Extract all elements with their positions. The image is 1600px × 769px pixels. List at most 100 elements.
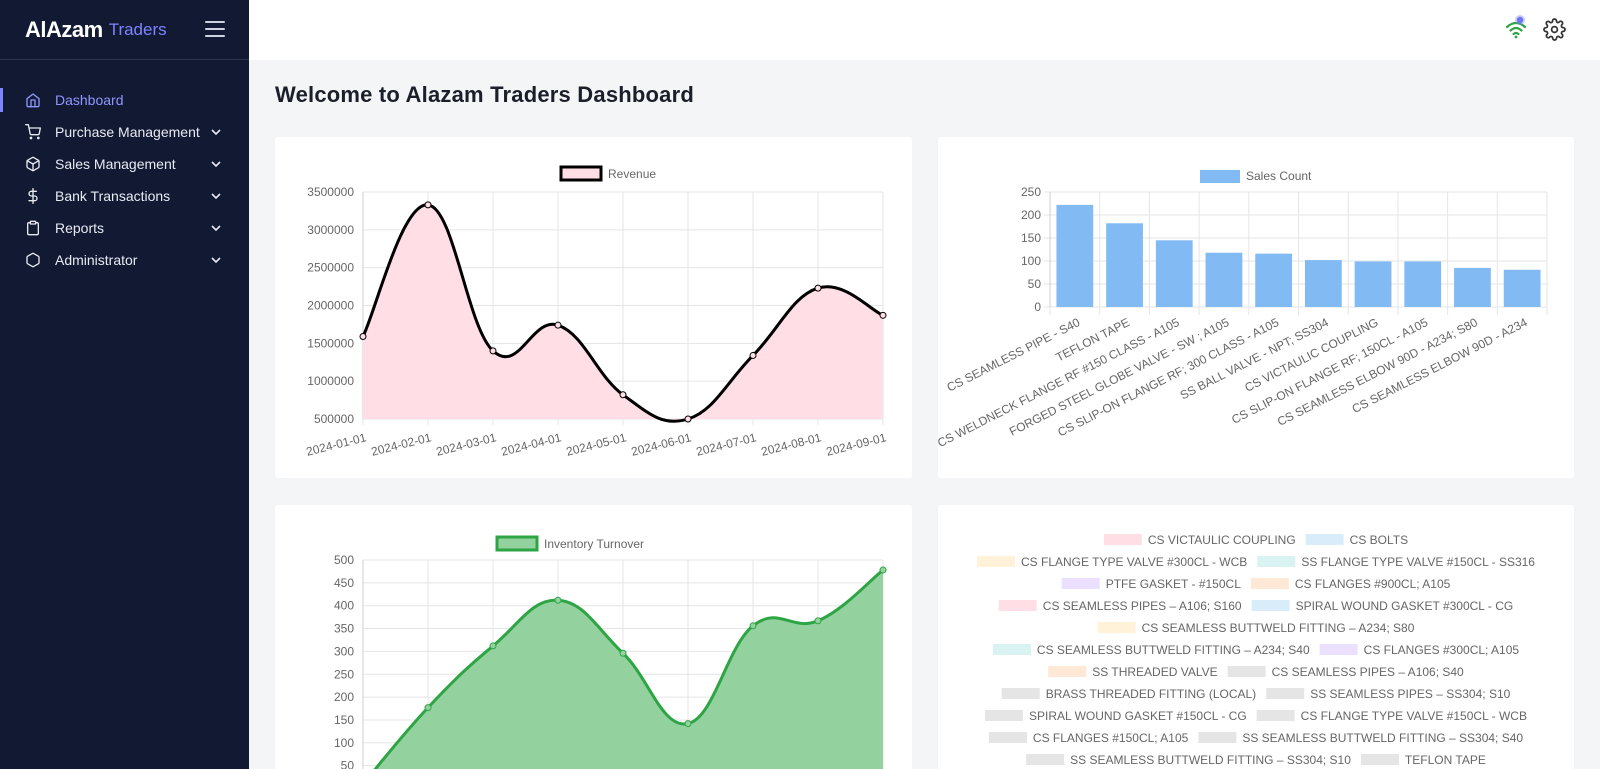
bar [1454, 267, 1491, 307]
x-tick-label: 2024-07-01 [695, 430, 758, 459]
legend-label: CS SEAMLESS BUTTWELD FITTING – A234; S80 [1142, 621, 1415, 635]
sidebar-nav: Dashboard Purchase Management Sales Mana… [0, 84, 249, 276]
y-tick-label: 2500000 [307, 261, 354, 275]
sidebar-item-administrator[interactable]: Administrator [0, 244, 249, 276]
data-point [684, 415, 692, 423]
legend-label: BRASS THREADED FITTING (LOCAL) [1046, 687, 1256, 701]
legend-label: CS FLANGES #900CL; A105 [1295, 577, 1451, 591]
y-tick-label: 250 [334, 667, 354, 681]
data-point [749, 351, 757, 359]
dollar-icon [25, 188, 41, 204]
legend-label: CS SEAMLESS PIPES – A106; S40 [1272, 665, 1464, 679]
sales-count-chart: Sales Count050100150200250CS SEAMLESS PI… [938, 169, 1548, 450]
sidebar-item-dashboard[interactable]: Dashboard [0, 84, 249, 116]
y-tick-label: 200 [334, 690, 354, 704]
x-tick-label: 2024-08-01 [760, 430, 823, 459]
legend-label: CS VICTAULIC COUPLING [1148, 533, 1296, 547]
bar [1503, 269, 1541, 307]
legend-label: CS SEAMLESS PIPES – A106; S160 [1043, 599, 1242, 613]
legend-swatch [1048, 666, 1087, 677]
legend-swatch [1266, 688, 1305, 699]
data-point [489, 642, 497, 650]
sidebar-item-label: Dashboard [55, 92, 124, 108]
sidebar-item-reports[interactable]: Reports [0, 212, 249, 244]
y-tick-label: 400 [334, 599, 354, 613]
y-tick-label: 3500000 [307, 185, 354, 199]
legend-label: SS SEAMLESS PIPES – SS304; S10 [1310, 687, 1510, 701]
legend-swatch [1227, 666, 1266, 677]
legend-swatch [1251, 600, 1290, 611]
brand-subtitle: Traders [108, 19, 167, 39]
data-point [879, 311, 887, 319]
legend-swatch [992, 644, 1031, 655]
bar [1354, 261, 1392, 307]
revenue-chart-card: Revenue 500000 1000000 1500000 2000000 250000… [275, 137, 912, 478]
bar [1106, 223, 1143, 307]
y-tick-label: 100 [1021, 254, 1041, 268]
legend-swatch [1256, 710, 1295, 721]
gear-icon[interactable] [1543, 18, 1566, 41]
legend-swatch [1305, 534, 1344, 545]
sidebar: AlAzam Traders Dashboard Purchase Manage… [0, 0, 249, 769]
page-title: Welcome to Alazam Traders Dashboard [275, 82, 695, 107]
bar [1155, 240, 1193, 307]
data-point [684, 720, 692, 728]
sales-count-chart-card: Sales Count 0 50 100 150 200 250 CS SEAMLESS PI… [938, 137, 1574, 478]
data-point [359, 333, 367, 341]
legend-swatch [998, 600, 1037, 611]
x-tick-label: 2024-09-01 [825, 430, 888, 459]
legend-swatch [1198, 732, 1237, 743]
x-tick-label: 2024-04-01 [500, 430, 563, 459]
y-tick-label: 100 [334, 736, 354, 750]
x-tick-label: 2024-03-01 [435, 430, 498, 459]
legend-swatch [1257, 556, 1296, 567]
y-tick-label: 350 [334, 622, 354, 636]
menu-toggle-icon[interactable] [205, 21, 225, 38]
legend-label: CS FLANGE TYPE VALVE #300CL - WCB [1021, 555, 1247, 569]
y-tick-label: 200 [1021, 208, 1041, 222]
legend-label: CS SEAMLESS BUTTWELD FITTING – A234; S40 [1037, 643, 1310, 657]
data-point [619, 649, 627, 657]
chevron-down-icon [211, 257, 221, 264]
y-tick-label: 250 [1021, 185, 1041, 199]
brand-name: AlAzam [25, 16, 103, 42]
inventory-turnover-chart: Inventory Turnover 50 100 150 200 250 300 350 40… [334, 535, 887, 769]
legend-swatch [495, 535, 539, 552]
data-point [424, 704, 432, 712]
legend-swatch [985, 710, 1024, 721]
bar [1056, 204, 1094, 307]
legend-label: SPIRAL WOUND GASKET #300CL - CG [1296, 599, 1514, 613]
y-tick-label: 150 [334, 713, 354, 727]
data-point [554, 321, 562, 329]
legend-swatch [1250, 578, 1289, 589]
wifi-icon[interactable] [1502, 13, 1530, 41]
chevron-down-icon [211, 225, 221, 232]
legend-label: CS FLANGE TYPE VALVE #150CL - WCB [1301, 709, 1527, 723]
sidebar-item-sales-management[interactable]: Sales Management [0, 148, 249, 180]
legend-swatch [1097, 622, 1136, 633]
legend-label: CS BOLTS [1350, 533, 1408, 547]
y-tick-label: 3000000 [307, 223, 354, 237]
chevron-down-icon [211, 161, 221, 168]
legend-swatch [1103, 534, 1142, 545]
y-tick-label: 500 [334, 553, 354, 567]
sidebar-item-label: Administrator [55, 252, 138, 268]
sidebar-item-bank-transactions[interactable]: Bank Transactions [0, 180, 249, 212]
bar [1304, 260, 1342, 307]
sidebar-item-purchase-management[interactable]: Purchase Management [0, 116, 249, 148]
legend-swatch [1200, 170, 1240, 183]
data-point [619, 391, 627, 399]
y-tick-label: 1500000 [307, 336, 354, 350]
y-tick-label: 2000000 [307, 299, 354, 313]
legend-swatch [977, 556, 1016, 567]
legend-swatch [1001, 688, 1040, 699]
legend-label: Sales Count [1246, 169, 1312, 183]
product-share-chart-card: CS VICTAULIC COUPLING CS BOLTS CS FLANGE T… [938, 505, 1574, 769]
legend-label: Inventory Turnover [544, 537, 644, 551]
x-tick-label: 2024-02-01 [370, 430, 433, 459]
legend-label: CS FLANGES #150CL; A105 [1033, 731, 1189, 745]
legend-label: Revenue [608, 167, 656, 181]
y-tick-label: 0 [1034, 300, 1041, 314]
bar [1404, 261, 1442, 307]
legend-swatch [559, 165, 603, 182]
